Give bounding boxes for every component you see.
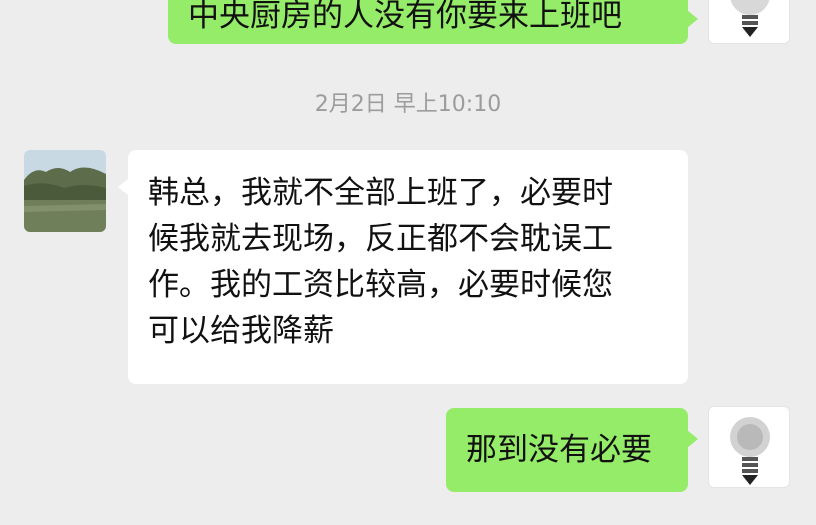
contact-avatar[interactable] — [24, 150, 106, 232]
message-text-line: 可以给我降薪 — [148, 313, 334, 349]
message-timestamp: 2月2日 早上10:10 — [314, 92, 502, 117]
message-text-line: 候我就去现场，反正都不会耽误工 — [148, 221, 613, 257]
message-bubble-outgoing[interactable]: 那到没有必要 — [446, 408, 698, 492]
message-text: 中央厨房的人没有你要来上班吧 — [188, 0, 622, 34]
lightbulb-idea-icon — [730, 0, 770, 37]
message-bubble-incoming[interactable]: 韩总，我就不全部上班了，必要时 候我就去现场，反正都不会耽误工 作。我的工资比较… — [118, 150, 688, 384]
message-text-line: 韩总，我就不全部上班了，必要时 — [148, 175, 613, 211]
message-text-line: 作。我的工资比较高，必要时候您 — [148, 267, 613, 303]
lake-landscape-icon — [24, 150, 106, 232]
lightbulb-idea-icon — [730, 417, 770, 485]
message-text: 那到没有必要 — [466, 432, 652, 468]
self-avatar[interactable] — [708, 0, 790, 44]
message-bubble-outgoing[interactable]: 中央厨房的人没有你要来上班吧 — [168, 0, 698, 44]
self-avatar[interactable] — [708, 406, 790, 488]
